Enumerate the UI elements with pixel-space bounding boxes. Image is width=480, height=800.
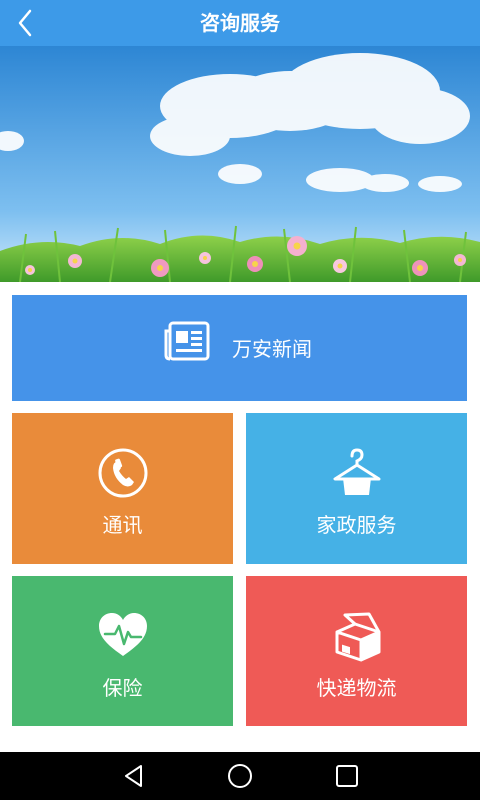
nav-back-button[interactable]	[120, 762, 148, 790]
square-recents-icon	[336, 765, 358, 787]
communication-tile[interactable]: 通讯	[12, 413, 233, 564]
newspaper-icon	[164, 321, 210, 361]
insurance-tile[interactable]: 保险	[12, 576, 233, 726]
circle-home-icon	[228, 764, 252, 788]
nav-home-button[interactable]	[226, 762, 254, 790]
insurance-label: 保险	[102, 676, 143, 700]
clothes-hanger-icon	[333, 448, 381, 495]
housekeeping-tile[interactable]: 家政服务	[246, 413, 467, 564]
heart-pulse-icon	[99, 613, 147, 656]
express-tile[interactable]: 快递物流	[246, 576, 467, 726]
housekeeping-label: 家政服务	[316, 513, 397, 537]
sky-meadow-image	[0, 46, 480, 282]
news-tile[interactable]: 万安新闻	[12, 295, 467, 401]
page-title: 咨询服务	[200, 11, 280, 35]
hero-banner	[0, 46, 480, 282]
app-header: 咨询服务	[0, 0, 480, 46]
communication-label: 通讯	[102, 513, 143, 537]
system-nav-bar	[0, 752, 480, 800]
triangle-back-icon	[125, 765, 142, 787]
phone-icon	[98, 448, 148, 498]
express-label: 快递物流	[316, 676, 397, 700]
nav-recents-button[interactable]	[333, 762, 361, 790]
news-label: 万安新闻	[232, 337, 312, 361]
package-box-icon	[335, 612, 381, 662]
